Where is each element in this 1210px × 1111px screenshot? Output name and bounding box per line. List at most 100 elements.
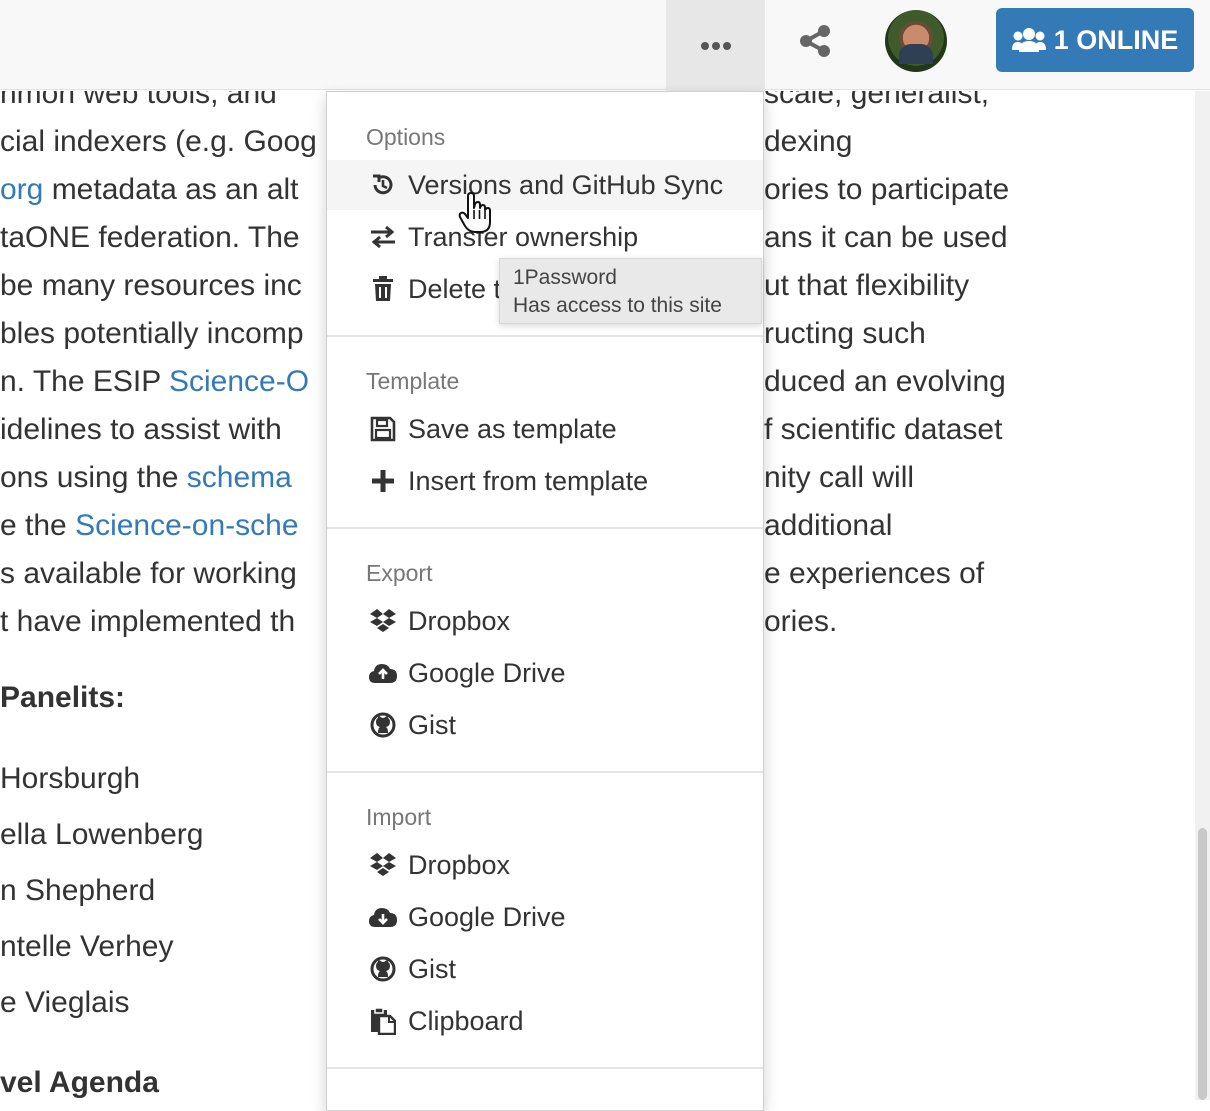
online-count-label: 1 ONLINE [1053,24,1179,55]
menu-item-import-dropbox[interactable]: Dropbox [327,840,763,890]
more-options-button[interactable] [666,0,765,91]
document-text-line: t have implemented th [0,602,295,642]
document-text-line: e experiences of [764,557,985,590]
tooltip-subtitle: Has access to this site [513,294,722,317]
document-text-line: org metadata as an alt [0,170,299,210]
document-link[interactable]: Science-O [169,365,309,398]
text-fragment: s available for working [0,557,297,590]
menu-section-header: Template [366,368,460,394]
tooltip-title: 1Password [513,266,617,289]
users-icon [1011,28,1046,52]
document-text-line: ons using the schema [0,458,292,498]
text-fragment: be many resources inc [0,269,302,302]
plus-icon [368,469,398,493]
more-options-menu: Options Versions and GitHub Sync Transfer … [326,91,764,1111]
menu-item-template-insert-from-template[interactable]: Insert from template [327,456,763,506]
menu-item-options-transfer-ownership[interactable]: Transfer ownership [327,212,763,262]
online-users-button[interactable]: 1 ONLINE [996,8,1194,72]
menu-item-import-gist[interactable]: Gist [327,944,763,994]
document-text-line: scale, generalist, [764,91,990,110]
save-icon [368,416,398,442]
agenda-heading: vel Agenda [0,1066,159,1099]
menu-item-export-google-drive[interactable]: Google Drive [327,648,763,698]
trash-icon [368,276,398,302]
menu-item-export-dropbox[interactable]: Dropbox [327,596,763,646]
text-fragment: t have implemented th [0,605,296,638]
document-text-line: s available for working [0,554,297,594]
document-text-line: duced an evolving [764,365,1006,398]
menu-item-label: Gist [408,953,457,984]
hand-cursor-icon [458,192,491,233]
text-fragment: n. The ESIP [0,365,169,398]
menu-item-label: Dropbox [408,849,511,880]
panelists-heading: Panelits: [0,681,126,714]
text-fragment: taONE federation. The [0,221,300,254]
text-fragment: bles potentially incomp [0,317,304,350]
text-fragment: nmon web tools, and [0,91,277,110]
document-text-line: be many resources inc [0,266,302,306]
github-icon [368,956,398,982]
ellipsis-icon [700,41,731,50]
text-fragment: metadata as an alt [43,173,299,206]
document-text-line: ans it can be used [764,221,1008,254]
exchange-icon [368,225,398,249]
menu-item-label: Versions and GitHub Sync [408,169,724,200]
menu-item-import-google-drive[interactable]: Google Drive [327,892,763,942]
document-text-line: bles potentially incomp [0,314,304,354]
menu-divider [327,1067,763,1069]
password-manager-tooltip: 1Password Has access to this site [499,258,762,324]
document-text-line: idelines to assist with [0,410,282,450]
panelist-item: e Vieglais [0,986,130,1019]
document-text-line: nmon web tools, and [0,91,277,114]
text-fragment: cial indexers (e.g. Goog [0,125,317,158]
panelist-item: n Shepherd [0,874,156,907]
document-text-line: dexing [764,125,853,158]
menu-item-label: Google Drive [408,657,566,688]
document-text-line: cial indexers (e.g. Goog [0,122,317,162]
panelist-item: Horsburgh [0,762,141,795]
menu-item-label: Gist [408,709,457,740]
text-fragment: ons using the [0,461,187,494]
document-text-line: ories to participate [764,173,1010,206]
document-text-line: n. The ESIP Science-O [0,362,309,402]
panelist-item: ntelle Verhey [0,930,174,963]
share-icon [800,25,830,57]
menu-section-header: Import [366,804,432,830]
menu-item-label: Clipboard [408,1005,524,1036]
document-text-line: e the Science-on-sche [0,506,299,546]
document-text-line: f scientific dataset [764,413,1003,446]
document-text-line: additional [764,509,893,542]
history-icon [368,172,398,198]
dropbox-icon [368,852,398,878]
document-text-line: ories. [764,605,838,638]
github-icon [368,712,398,738]
menu-section-header: Options [366,124,446,150]
user-avatar[interactable] [885,10,947,72]
document-text-line: taONE federation. The [0,218,300,258]
document-text-line: ut that flexibility [764,269,970,302]
cloud-upload-icon [368,661,398,685]
menu-section-header: Export [366,560,433,586]
document-text-line: ructing such [764,317,926,350]
menu-divider [327,771,763,773]
menu-item-options-versions-and-github-sync[interactable]: Versions and GitHub Sync [327,160,763,210]
text-fragment: e the [0,509,76,542]
menu-item-label: Transfer ownership [408,221,639,252]
document-link[interactable]: schema [187,461,292,494]
menu-divider [327,335,763,337]
scrollbar-thumb[interactable] [1198,828,1207,1100]
menu-item-label: Google Drive [408,901,566,932]
menu-item-template-save-as-template[interactable]: Save as template [327,404,763,454]
document-link[interactable]: org [0,173,43,206]
top-navbar: 1 ONLINE [0,0,1210,91]
menu-divider [327,527,763,529]
menu-item-export-gist[interactable]: Gist [327,700,763,750]
menu-item-label: Insert from template [408,465,649,496]
menu-item-import-clipboard[interactable]: Clipboard [327,996,763,1046]
share-button[interactable] [790,16,840,66]
document-text-line: nity call will [764,461,915,494]
cloud-download-icon [368,905,398,929]
document-link[interactable]: Science-on-sche [75,509,298,542]
dropbox-icon [368,608,398,634]
text-fragment: idelines to assist with [0,413,282,446]
